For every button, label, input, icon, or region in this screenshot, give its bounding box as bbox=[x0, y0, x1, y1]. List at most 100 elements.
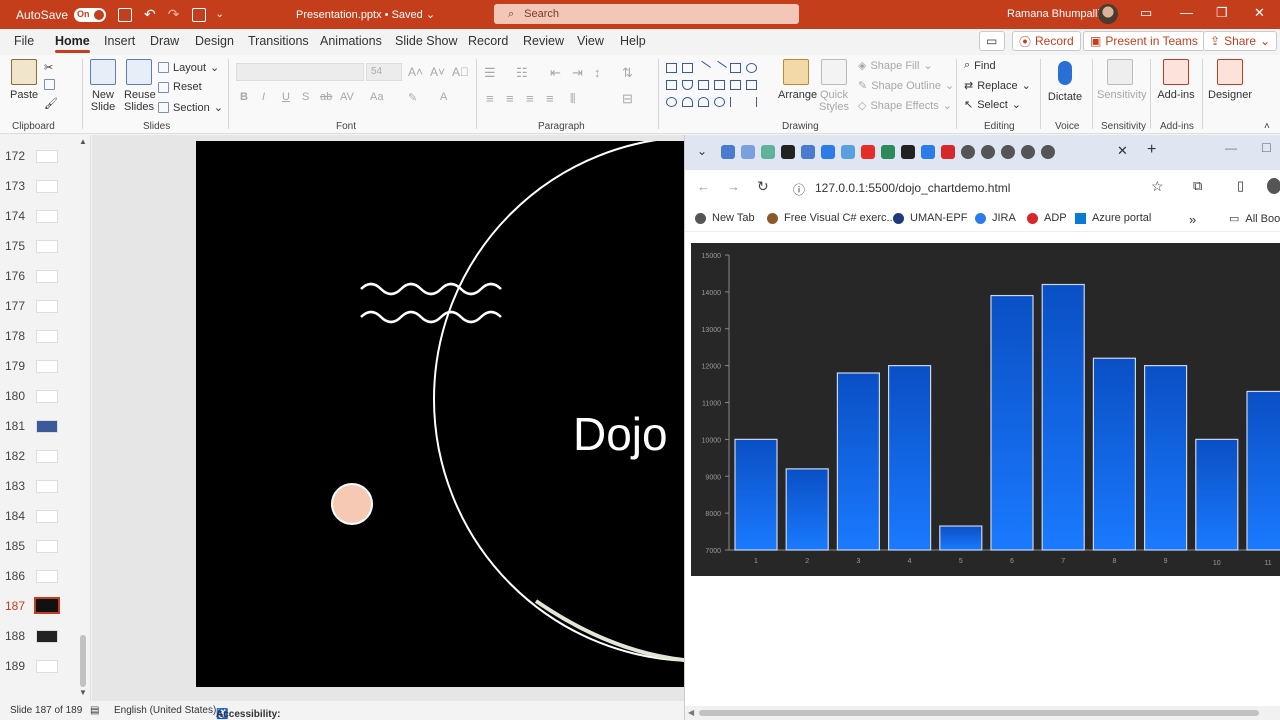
slide-thumbnail-panel[interactable]: 172 173 174 175 176 177 178 179 180 181 182 183 184 1… bbox=[0, 135, 91, 701]
bookmark-star-icon[interactable]: ☆ bbox=[1151, 178, 1164, 195]
slide-thumbnail[interactable] bbox=[36, 210, 58, 223]
new-tab-icon[interactable]: + bbox=[1147, 141, 1156, 159]
minimize-icon[interactable]: — bbox=[1225, 141, 1237, 155]
font-name-select[interactable] bbox=[236, 63, 364, 81]
cut-icon[interactable]: ✂ bbox=[44, 61, 53, 74]
numbering-icon[interactable]: ☷ bbox=[516, 65, 528, 81]
slide-thumbnail[interactable] bbox=[36, 270, 58, 283]
slide-thumbnail[interactable] bbox=[36, 390, 58, 403]
browser-tab-favicon[interactable] bbox=[721, 145, 735, 159]
shapes-gallery[interactable] bbox=[666, 60, 774, 113]
browser-tab-favicon[interactable] bbox=[901, 145, 915, 159]
dojo-bar-chart[interactable]: 7000 8000 9000 10000 11000 12000 13000 14000 150… bbox=[691, 243, 1280, 576]
current-slide[interactable]: Dojo bbox=[196, 141, 684, 687]
reuse-slides-button[interactable]: Reuse Slides bbox=[124, 59, 156, 113]
autosave-control[interactable]: AutoSave On bbox=[16, 7, 107, 22]
char-spacing-icon[interactable]: AV bbox=[340, 91, 354, 103]
align-left-icon[interactable]: ≡ bbox=[486, 91, 494, 106]
tab-review[interactable]: Review bbox=[523, 34, 564, 48]
shadow-icon[interactable]: S bbox=[302, 91, 309, 103]
chart-bar[interactable] bbox=[990, 294, 1034, 551]
scroll-down-icon[interactable]: ▼ bbox=[79, 688, 87, 697]
site-info-icon[interactable]: ⓘ bbox=[793, 181, 805, 198]
tab-help[interactable]: Help bbox=[620, 34, 646, 48]
tab-design[interactable]: Design bbox=[195, 34, 234, 48]
customize-qat-icon[interactable]: ⌄ bbox=[216, 9, 224, 20]
scroll-left-icon[interactable]: ◀ bbox=[688, 708, 694, 717]
bookmark-new-tab[interactable]: New Tab bbox=[695, 212, 755, 224]
justify-icon[interactable]: ≡ bbox=[546, 91, 554, 106]
chart-bar[interactable] bbox=[836, 372, 880, 551]
slide-thumbnail[interactable] bbox=[36, 240, 58, 253]
browser-tab-favicon[interactable] bbox=[1041, 145, 1055, 159]
browser-tab-favicon[interactable] bbox=[961, 145, 975, 159]
scroll-up-icon[interactable]: ▲ bbox=[79, 137, 87, 146]
slide-thumbnail[interactable] bbox=[36, 420, 58, 433]
font-color-icon[interactable]: A bbox=[440, 91, 447, 103]
increase-font-icon[interactable]: A˄ bbox=[408, 65, 423, 79]
chart-bar[interactable] bbox=[734, 438, 778, 551]
minimize-icon[interactable]: — bbox=[1180, 5, 1193, 20]
browser-tab-favicon[interactable] bbox=[761, 145, 775, 159]
share-button[interactable]: ⇪ Share ⌄ bbox=[1203, 31, 1278, 51]
slide-thumbnail[interactable] bbox=[36, 360, 58, 373]
collapse-ribbon-icon[interactable]: ˄ bbox=[1264, 121, 1270, 132]
maximize-icon[interactable]: ☐ bbox=[1261, 141, 1272, 155]
bookmark-uman-epf[interactable]: UMAN-EPF bbox=[893, 212, 967, 224]
browser-tab-favicon[interactable] bbox=[741, 145, 755, 159]
columns-icon[interactable]: ⫴ bbox=[570, 91, 575, 107]
reset-button[interactable]: Reset bbox=[158, 81, 202, 93]
slide-thumbnail[interactable] bbox=[36, 630, 58, 643]
slide-thumbnail[interactable] bbox=[36, 180, 58, 193]
replace-button[interactable]: ⇄ Replace ⌄ bbox=[964, 79, 1031, 93]
addins-button[interactable]: Add-ins bbox=[1156, 59, 1196, 101]
slide-title[interactable]: Dojo bbox=[573, 407, 668, 461]
avatar[interactable] bbox=[1098, 4, 1118, 24]
browser-tab-favicon[interactable] bbox=[1001, 145, 1015, 159]
tab-record[interactable]: Record bbox=[468, 34, 508, 48]
chart-bar[interactable] bbox=[1195, 438, 1239, 551]
font-size-select[interactable]: 54 bbox=[366, 63, 402, 81]
format-painter-icon[interactable]: 🖌 bbox=[44, 97, 58, 110]
chart-bar[interactable] bbox=[939, 525, 983, 551]
slide-thumbnail[interactable] bbox=[36, 660, 58, 673]
tab-animations[interactable]: Animations bbox=[320, 34, 382, 48]
browser-tab-favicon[interactable] bbox=[801, 145, 815, 159]
browser-tab-favicon[interactable] bbox=[981, 145, 995, 159]
browser-tab-favicon[interactable] bbox=[821, 145, 835, 159]
scroll-thumb[interactable] bbox=[699, 710, 1259, 716]
bold-icon[interactable]: B bbox=[240, 91, 248, 103]
slide-thumbnail[interactable] bbox=[34, 597, 60, 614]
slide-thumbnail[interactable] bbox=[36, 510, 58, 523]
shape-outline-button[interactable]: ✎ Shape Outline ⌄ bbox=[858, 79, 954, 93]
present-in-teams-button[interactable]: ▣ Present in Teams bbox=[1083, 31, 1205, 51]
align-center-icon[interactable]: ≡ bbox=[506, 91, 514, 106]
arrange-button[interactable]: Arrange bbox=[778, 59, 817, 101]
user-name[interactable]: Ramana Bhumpalli bbox=[1007, 8, 1100, 20]
new-slide-button[interactable]: New Slide bbox=[88, 59, 118, 113]
close-tab-icon[interactable]: ✕ bbox=[1117, 143, 1128, 159]
notes-icon[interactable]: ▤ bbox=[90, 705, 99, 716]
tab-view[interactable]: View bbox=[577, 34, 604, 48]
browser-tab-favicon[interactable] bbox=[781, 145, 795, 159]
slide-thumbnail[interactable] bbox=[36, 450, 58, 463]
decrease-font-icon[interactable]: A˅ bbox=[430, 65, 445, 79]
all-bookmarks-folder[interactable]: ▭ All Boo bbox=[1229, 212, 1280, 226]
select-button[interactable]: ↖ Select ⌄ bbox=[964, 98, 1021, 112]
chart-bar[interactable] bbox=[1144, 365, 1188, 551]
language-indicator[interactable]: English (United States) bbox=[114, 705, 216, 716]
quick-styles-button[interactable]: Quick Styles bbox=[817, 59, 851, 113]
scroll-thumb[interactable] bbox=[80, 635, 86, 687]
line-spacing-icon[interactable]: ↕ bbox=[594, 65, 601, 80]
paste-button[interactable]: Paste bbox=[10, 59, 38, 101]
extensions-icon[interactable]: ⧉ bbox=[1193, 178, 1202, 194]
slide-thumbnail[interactable] bbox=[36, 300, 58, 313]
slide-thumbnail[interactable] bbox=[36, 330, 58, 343]
bookmark-adp[interactable]: ADP bbox=[1027, 212, 1067, 224]
reload-icon[interactable]: ↻ bbox=[757, 178, 769, 195]
chart-bar[interactable] bbox=[888, 365, 932, 551]
browser-tab-favicon[interactable] bbox=[941, 145, 955, 159]
clear-format-icon[interactable]: A⃠ bbox=[452, 65, 469, 79]
present-icon[interactable] bbox=[191, 7, 206, 22]
strikethrough-icon[interactable]: ab bbox=[320, 91, 332, 103]
